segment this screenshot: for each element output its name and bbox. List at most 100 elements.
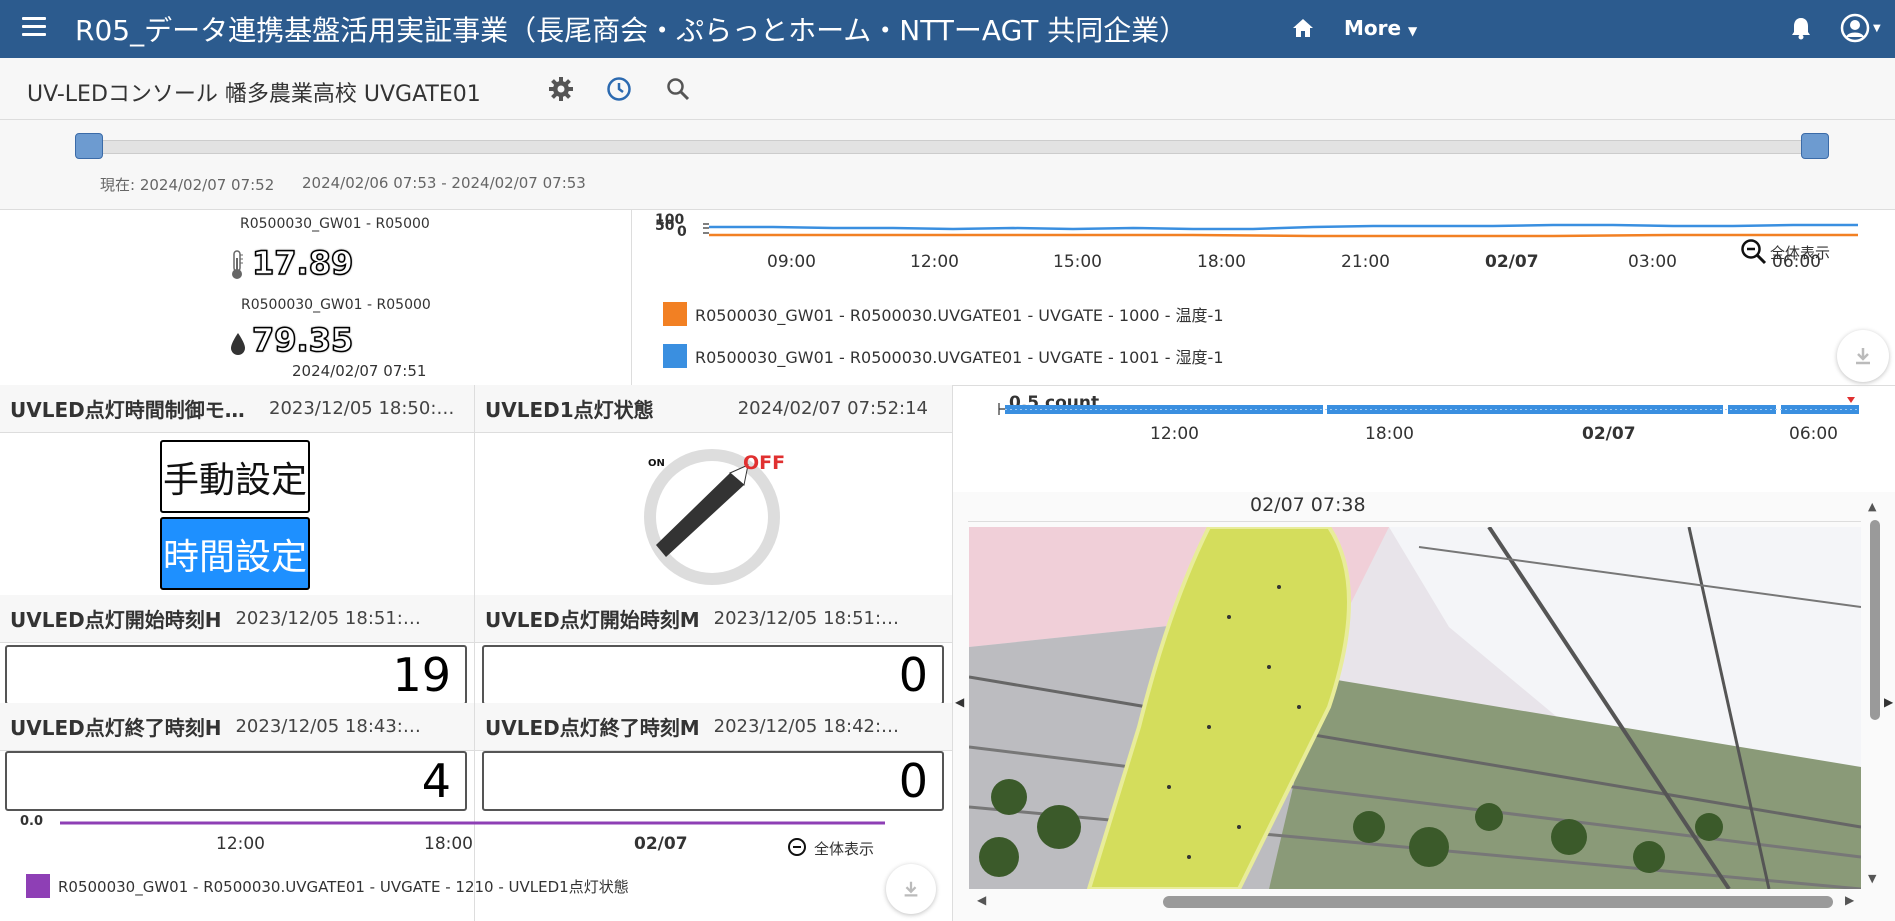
panel-date: 2023/12/05 18:51:… [235, 608, 421, 629]
legend-label: R0500030_GW01 - R0500030.UVGATE01 - UVGA… [695, 306, 1224, 325]
temp-humidity-chart: 100 50 0 09:00 12:00 15:00 18:00 21:00 0… [633, 210, 1895, 385]
time-range-slider[interactable] [88, 140, 1816, 154]
zoom-reset-label: 全体表示 [1770, 243, 1831, 262]
download-icon [904, 881, 918, 897]
user-menu-button[interactable]: ▼ [1840, 13, 1881, 43]
chart2-x-tick: 06:00 [1789, 424, 1838, 444]
end-hour-input[interactable]: 4 [5, 751, 467, 811]
chart3-legend-item[interactable]: R0500030_GW01 - R0500030.UVGATE01 - UVGA… [26, 874, 629, 898]
image-vertical-scrollbar[interactable]: ▲ ▼ [1868, 500, 1882, 890]
panel-title: UVLED点灯時間制御モード [10, 398, 255, 422]
start-minute-input[interactable]: 0 [482, 645, 944, 705]
image-next-arrow[interactable]: ▶ [1884, 695, 1893, 709]
end-minute-input[interactable]: 0 [482, 751, 944, 811]
chart2-x-tick: 18:00 [1365, 424, 1414, 444]
time-mode-button[interactable]: 時間設定 [160, 517, 310, 590]
sensor-timestamp: 2024/02/07 07:51 [292, 362, 427, 380]
panel-date: 2024/02/07 07:52:14 [737, 398, 928, 419]
count-chart: 0.5 count 12:00 18:00 02/07 06:00 [953, 385, 1895, 492]
uvled-state-chart: 0.0 12:00 18:00 02/07 全体表示 R0500030_GW01… [0, 812, 952, 921]
search-icon[interactable] [665, 76, 691, 102]
camera-image[interactable] [969, 527, 1861, 889]
chart1-x-tick: 21:00 [1341, 252, 1390, 272]
chart1-x-tick: 12:00 [910, 252, 959, 272]
download-icon [1856, 348, 1870, 365]
image-prev-arrow[interactable]: ◀ [955, 695, 964, 709]
legend-swatch [26, 874, 50, 898]
chart2-marker [1847, 397, 1855, 403]
chart1-y-axis [703, 223, 709, 234]
chart3-x-tick: 12:00 [216, 834, 265, 854]
zoom-out-icon [788, 838, 806, 856]
scrollbar-thumb[interactable] [1870, 520, 1880, 720]
chart3-x-tick: 02/07 [634, 834, 688, 854]
panel-date: 2023/12/05 18:42:… [713, 716, 900, 737]
chart3-zoom-reset-button[interactable]: 全体表示 [786, 836, 874, 860]
app-title: R05_データ連携基盤活用実証事業（長尾商会・ぷらっとホーム・NTTーAGT 共… [75, 14, 1188, 47]
chart3-x-tick: 18:00 [424, 834, 473, 854]
slider-end-handle[interactable] [1801, 133, 1829, 159]
thermometer-icon [232, 250, 243, 279]
panel-title: UVLED点灯開始時刻M [485, 608, 700, 632]
camera-image-timestamp: 02/07 07:38 [1250, 494, 1366, 516]
panel-date: 2023/12/05 18:43:… [235, 716, 421, 737]
menu-icon[interactable] [22, 17, 46, 39]
more-menu-button[interactable]: More ▼ [1344, 16, 1417, 40]
panel-date: 2023/12/05 18:51:… [713, 608, 900, 629]
panel-header-start-m: UVLED点灯開始時刻M 2023/12/05 18:51:… [475, 595, 952, 643]
scrollbar-thumb[interactable] [1163, 896, 1833, 908]
chart1-x-tick: 02/07 [1485, 252, 1539, 272]
temperature-value: 17.89 [251, 243, 354, 283]
chart1-x-tick: 09:00 [767, 252, 816, 272]
chart1-legend-item[interactable]: R0500030_GW01 - R0500030.UVGATE01 - UVGA… [663, 344, 1224, 368]
start-hour-input[interactable]: 19 [5, 645, 467, 705]
chart3-download-button[interactable] [886, 864, 936, 914]
user-avatar-icon [1840, 13, 1870, 43]
humidity-value: 79.35 [251, 320, 354, 360]
time-range-panel [0, 120, 1895, 210]
chart3-plot [60, 821, 885, 825]
chart2-y-axis [998, 403, 1005, 415]
panel-date: 2023/12/05 18:50:… [269, 398, 455, 419]
temperature-sensor-name: R0500030_GW01 - R05000 [240, 216, 430, 232]
chart2-x-tick: 12:00 [1150, 424, 1199, 444]
humidity-series-line [709, 223, 1858, 231]
panel-title: UVLED点灯開始時刻H [10, 608, 222, 632]
caret-down-icon: ▼ [1873, 22, 1881, 34]
chart1-legend-item[interactable]: R0500030_GW01 - R0500030.UVGATE01 - UVGA… [663, 302, 1224, 326]
zoom-out-icon [1741, 239, 1767, 265]
chart1-x-tick: 15:00 [1053, 252, 1102, 272]
top-navbar: R05_データ連携基盤活用実証事業（長尾商会・ぷらっとホーム・NTTーAGT 共… [0, 0, 1895, 58]
legend-swatch [663, 302, 687, 326]
uvled-switch-dial[interactable]: ON OFF [640, 445, 790, 595]
home-icon[interactable] [1292, 18, 1314, 38]
clock-icon[interactable] [606, 76, 632, 102]
chart1-x-tick: 18:00 [1197, 252, 1246, 272]
legend-swatch [663, 344, 687, 368]
current-time-label: 現在: 2024/02/07 07:52 [100, 176, 275, 194]
chart1-download-button[interactable] [1837, 330, 1889, 382]
bell-icon[interactable] [1790, 16, 1812, 40]
panel-title: UVLED1点灯状態 [485, 398, 654, 422]
humidity-sensor-name: R0500030_GW01 - R05000 [241, 297, 431, 313]
manual-mode-button[interactable]: 手動設定 [160, 440, 310, 513]
temperature-series-line [709, 233, 1858, 238]
panel-header-mode: UVLED点灯時間制御モード 2023/12/05 18:50:… [0, 385, 474, 433]
legend-label: R0500030_GW01 - R0500030.UVGATE01 - UVGA… [695, 348, 1224, 367]
water-drop-icon [231, 333, 245, 355]
panel-header-start-h: UVLED点灯開始時刻H 2023/12/05 18:51:… [0, 595, 474, 643]
panel-header-state: UVLED1点灯状態 2024/02/07 07:52:14 [475, 385, 952, 433]
panel-header-end-m: UVLED点灯終了時刻M 2023/12/05 18:42:… [475, 703, 952, 751]
more-label: More [1344, 16, 1402, 40]
chart1-zoom-reset-button[interactable]: 全体表示 [1740, 238, 1830, 266]
switch-on-label: ON [648, 458, 665, 469]
gear-icon[interactable] [548, 76, 574, 102]
chart2-x-tick: 02/07 [1582, 424, 1636, 444]
slider-start-handle[interactable] [75, 133, 103, 159]
chart1-x-tick: 03:00 [1628, 252, 1677, 272]
legend-label: R0500030_GW01 - R0500030.UVGATE01 - UVGA… [58, 877, 629, 896]
caret-down-icon: ▼ [1408, 24, 1418, 38]
image-horizontal-scrollbar[interactable]: ◀ ▶ [975, 891, 1860, 913]
panel-header-end-h: UVLED点灯終了時刻H 2023/12/05 18:43:… [0, 703, 474, 751]
chart1-plot [703, 223, 1858, 238]
